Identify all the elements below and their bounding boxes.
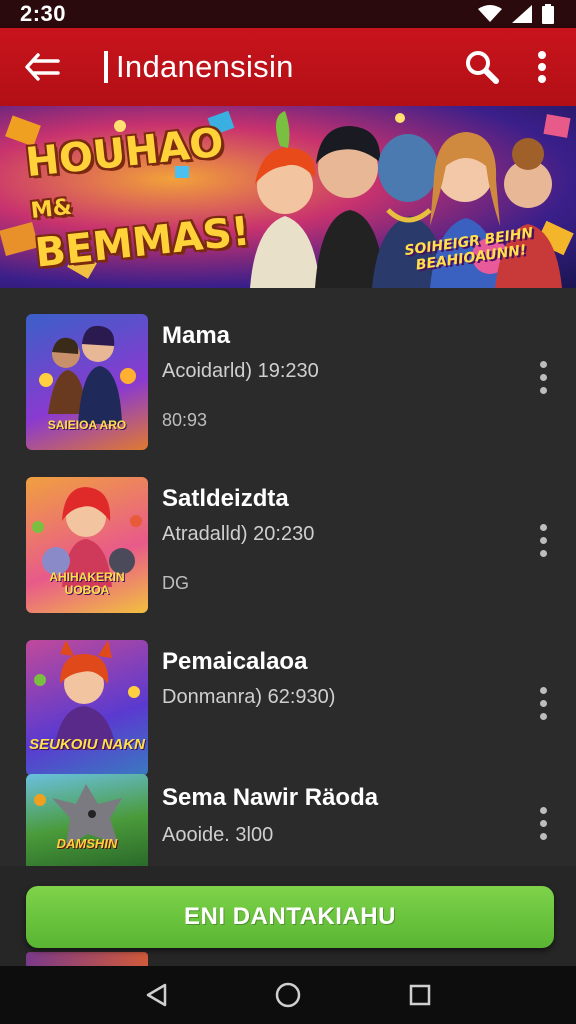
banner-title: HOUHAO M& BEMMAS! — [23, 118, 267, 277]
nav-recents-icon — [409, 984, 431, 1006]
nav-back-icon — [146, 983, 167, 1007]
nav-back-button[interactable] — [126, 966, 186, 1024]
back-arrow-icon — [25, 53, 60, 81]
back-button[interactable] — [0, 28, 84, 106]
system-nav-bar — [0, 966, 576, 1024]
item-subtitle: Aooide. 3l00 — [162, 824, 274, 846]
thumbnail-label: SEUKOIU NAKN — [29, 736, 145, 753]
promo-banner[interactable]: HOUHAO M& BEMMAS! SOIHEIGR BEIHN BEAHIOA… — [0, 106, 576, 288]
search-icon — [466, 51, 499, 84]
thumbnail-label: DAMSHIN — [56, 836, 118, 851]
overflow-menu-button[interactable] — [512, 28, 572, 106]
title-cursor — [104, 51, 108, 83]
game-list: SAIEIOA ARO Mama Acoidarld) 19:230 80:93… — [0, 288, 576, 866]
list-item[interactable]: SAIEIOA ARO Mama Acoidarld) 19:230 80:93 — [0, 314, 576, 464]
item-meta: DG — [162, 573, 189, 593]
status-icons — [478, 4, 554, 24]
item-subtitle: Atradalld) 20:230 — [162, 523, 315, 545]
item-title: Satldeizdta — [162, 485, 289, 512]
item-menu-button[interactable] — [526, 796, 560, 850]
wifi-icon — [478, 5, 502, 22]
nav-home-icon — [275, 982, 301, 1008]
battery-icon — [542, 4, 554, 24]
more-vert-icon — [538, 51, 546, 83]
app-bar: Indanensisin — [0, 28, 576, 106]
item-menu-button[interactable] — [526, 513, 560, 567]
item-subtitle: Acoidarld) 19:230 — [162, 360, 319, 382]
primary-action-button[interactable]: ENI DANTAKIAHU — [26, 886, 554, 948]
screen: 2:30 Indanensisin HOUHAO M& BEMMAS! SOIH… — [0, 0, 576, 1024]
item-menu-button[interactable] — [526, 676, 560, 730]
item-thumbnail: SEUKOIU NAKN — [26, 640, 148, 776]
item-title: Pemaicalaoa — [162, 648, 308, 675]
signal-icon — [512, 5, 532, 23]
item-thumbnail: AHIHAKERIN UOBOA — [26, 477, 148, 613]
item-menu-button[interactable] — [526, 350, 560, 404]
character-5 — [495, 138, 562, 288]
item-subtitle: Donmanra) 62:930) — [162, 686, 336, 708]
nav-home-button[interactable] — [258, 966, 318, 1024]
bottom-action-area: ENI DANTAKIAHU — [0, 866, 576, 966]
app-title: Indanensisin — [116, 49, 294, 84]
item-thumbnail: DAMSHIN — [26, 774, 148, 866]
character-2 — [315, 126, 385, 288]
item-meta: 80:93 — [162, 410, 208, 430]
status-bar: 2:30 — [0, 0, 576, 28]
item-title: Mama — [162, 322, 231, 349]
item-title: Sema Nawir Räoda — [162, 784, 379, 811]
item-thumbnail: SAIEIOA ARO — [26, 314, 148, 450]
thumbnail-label: AHIHAKERIN UOBOA — [49, 570, 125, 597]
status-time: 2:30 — [20, 1, 67, 26]
banner-title-amp: M& — [29, 194, 74, 224]
list-item[interactable]: DAMSHIN Sema Nawir Räoda Aooide. 3l00 — [0, 774, 576, 866]
list-item[interactable]: SEUKOIU NAKN Pemaicalaoa Donmanra) 62:93… — [0, 640, 576, 790]
list-item[interactable]: AHIHAKERIN UOBOA Satldeizdta Atradalld) … — [0, 477, 576, 627]
search-button[interactable] — [452, 28, 512, 106]
peek-thumbnail — [26, 952, 148, 966]
nav-recents-button[interactable] — [390, 966, 450, 1024]
thumbnail-label: SAIEIOA ARO — [47, 418, 127, 432]
